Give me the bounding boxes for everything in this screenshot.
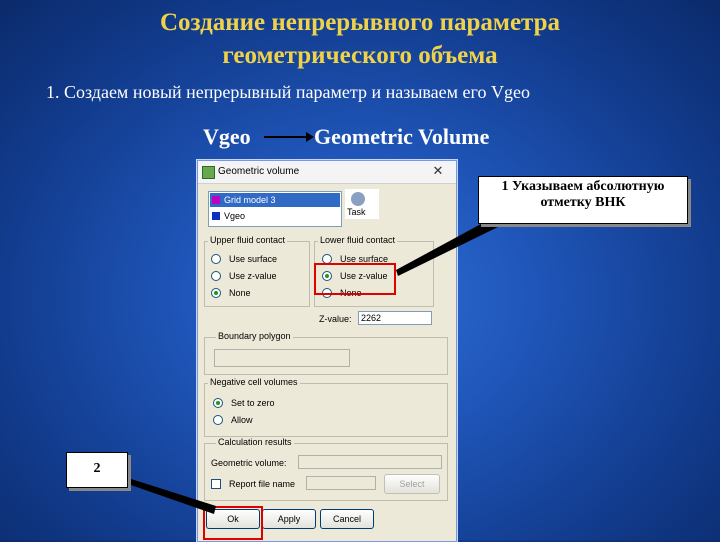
callout-2: 2 xyxy=(66,452,128,488)
callout-1-text: 1 Указываем абсолютную отметку ВНК xyxy=(501,179,665,210)
callout-1: 1 Указываем абсолютную отметку ВНК xyxy=(478,176,688,224)
callout-2-text: 2 xyxy=(93,461,101,476)
